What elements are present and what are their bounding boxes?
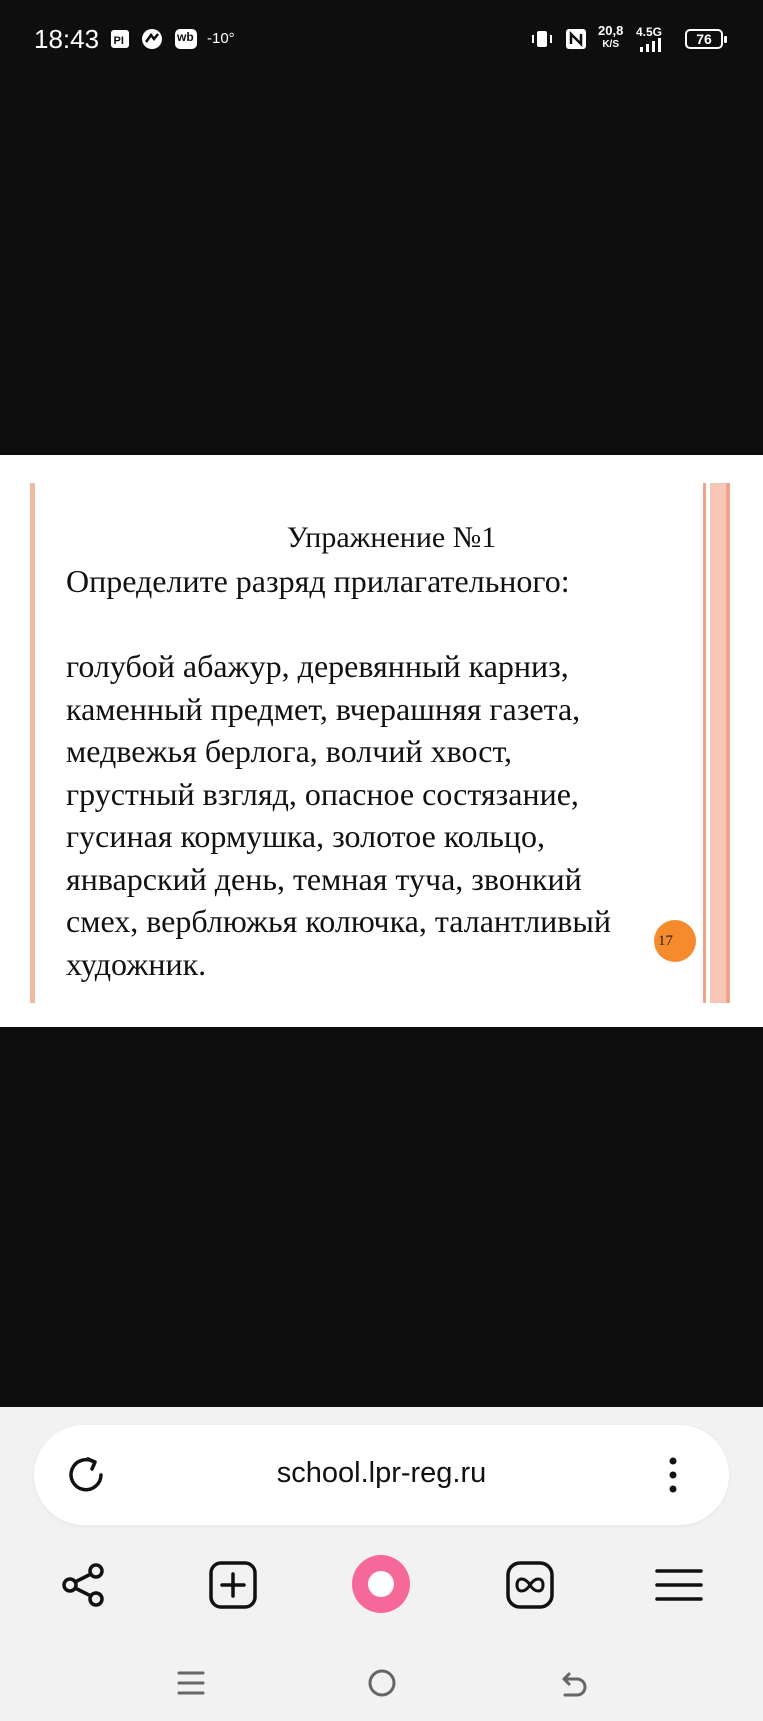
network-speed-unit: K/S bbox=[602, 39, 619, 50]
network-type: 4.5G bbox=[636, 25, 663, 39]
slide-body: голубой абажур, деревянный карниз, камен… bbox=[66, 645, 686, 985]
share-icon[interactable] bbox=[56, 1557, 112, 1613]
battery-indicator: 76 bbox=[685, 29, 727, 49]
network-speed: 20,8 K/S bbox=[598, 24, 623, 52]
new-tab-icon[interactable] bbox=[205, 1557, 261, 1613]
nfc-icon bbox=[565, 28, 587, 50]
status-time: 18:43 bbox=[34, 24, 100, 54]
slide-line: медвежья берлога, волчий хвост, bbox=[66, 733, 513, 769]
network-speed-value: 20,8 bbox=[598, 23, 624, 38]
slide-line: гусиная кормушка, золотое кольцо, bbox=[66, 818, 546, 854]
slide-image: Упражнение №1 Определите разряд прилагат… bbox=[0, 455, 763, 1027]
back-icon[interactable] bbox=[555, 1665, 591, 1701]
slide-line: грустный взгляд, опасное состязание, bbox=[66, 775, 579, 812]
home-icon[interactable] bbox=[364, 1665, 400, 1701]
slide-line: художник. bbox=[66, 945, 207, 982]
slide-line: смех, верблюжья колючка, талантливый bbox=[66, 903, 612, 939]
sync-app-icon bbox=[140, 28, 164, 50]
wb-label: wb bbox=[177, 30, 194, 44]
slide-left-decoration bbox=[30, 483, 35, 1003]
slide-line: каменный предмет, вчерашняя газета, bbox=[66, 690, 581, 727]
slide-question: Определите разряд прилагательного: bbox=[66, 563, 570, 599]
slide-page-number: 17 bbox=[654, 920, 696, 962]
signal-indicator: 4.5G bbox=[636, 26, 662, 55]
address-bar[interactable]: school.lpr-reg.ru bbox=[34, 1425, 729, 1525]
svg-text:PI: PI bbox=[114, 35, 124, 47]
vibrate-icon bbox=[530, 28, 554, 50]
menu-icon[interactable] bbox=[651, 1557, 707, 1613]
pdf-app-icon: PI bbox=[110, 28, 130, 50]
recent-apps-icon[interactable] bbox=[173, 1665, 209, 1701]
slide-right-decoration bbox=[700, 483, 730, 1003]
temperature: -10° bbox=[207, 30, 235, 47]
alice-assistant-icon[interactable] bbox=[350, 1553, 412, 1615]
slide-title: Упражнение №1 bbox=[286, 521, 497, 554]
url-text[interactable]: school.lpr-reg.ru bbox=[34, 1457, 729, 1490]
signal-bars-icon bbox=[640, 38, 661, 52]
more-options-icon[interactable] bbox=[666, 1453, 680, 1497]
wb-app-icon: wb bbox=[174, 28, 198, 50]
status-bar: 18:43 PI wb -10° 20,8 K/S 4.5G 76 bbox=[0, 0, 763, 76]
slide-line: голубой абажур, деревянный карниз, bbox=[66, 648, 569, 684]
tabs-icon[interactable] bbox=[502, 1557, 558, 1613]
slide-line: январский день, темная туча, звонкий bbox=[66, 860, 582, 897]
browser-bottom-bar: school.lpr-reg.ru bbox=[0, 1407, 763, 1721]
